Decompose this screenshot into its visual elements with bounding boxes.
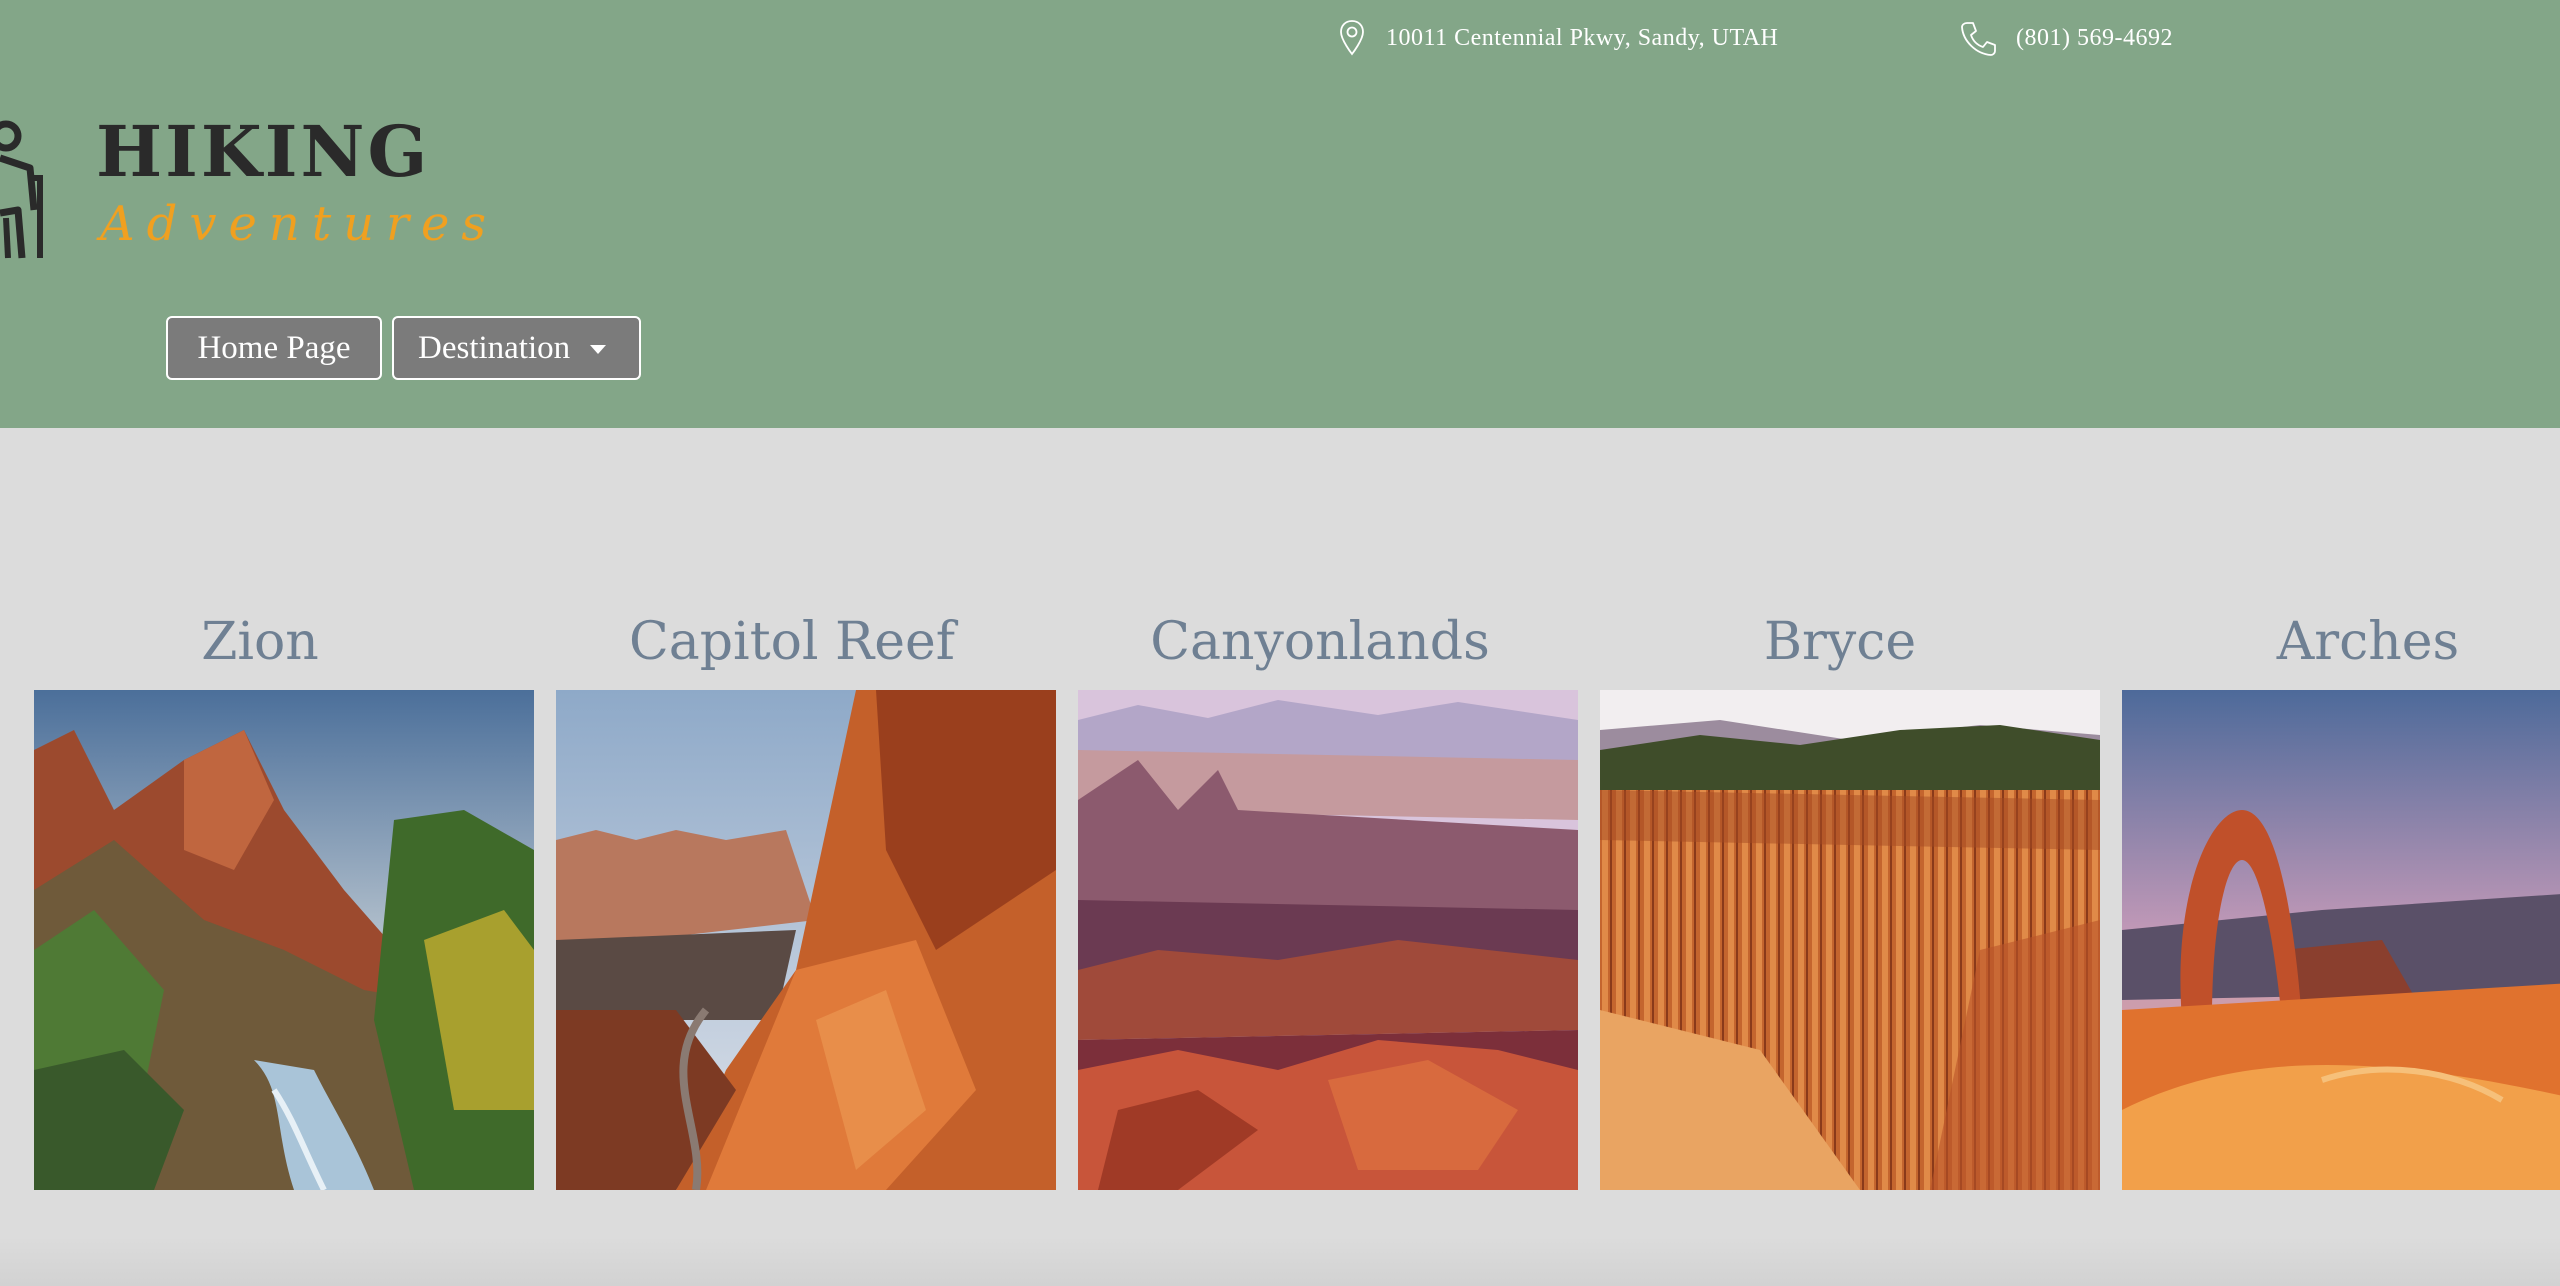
contact-address: 10011 Centennial Pkwy, Sandy, UTAH <box>1338 18 1778 58</box>
destination-title: Canyonlands <box>1150 612 1490 672</box>
logo-title: HIKING <box>96 110 431 193</box>
site-logo[interactable]: HIKING Adventures <box>0 110 486 262</box>
destination-photo-bryce[interactable] <box>1600 690 2100 1190</box>
destination-gallery: Zion Capitol Reef Canyonlands Bryce Arch… <box>0 600 2560 1200</box>
destination-photo-arches[interactable] <box>2122 690 2560 1190</box>
home-page-label: Home Page <box>197 329 351 366</box>
phone-icon <box>1958 18 1998 58</box>
destination-label: Destination <box>418 329 571 366</box>
caret-down-icon <box>590 344 607 354</box>
destination-title: Zion <box>201 612 319 672</box>
destination-title: Capitol Reef <box>628 612 955 672</box>
hiker-logo-icon <box>0 118 60 272</box>
logo-subtitle: Adventures <box>100 196 499 252</box>
home-page-button[interactable]: Home Page <box>166 316 382 380</box>
destination-dropdown-button[interactable]: Destination <box>392 316 641 380</box>
destination-card-bryce[interactable]: Bryce <box>1600 600 2100 1190</box>
page-bottom <box>0 1236 2560 1286</box>
destination-card-canyonlands[interactable]: Canyonlands <box>1078 600 1578 1190</box>
phone-text: (801) 569-4692 <box>2016 24 2173 51</box>
address-text: 10011 Centennial Pkwy, Sandy, UTAH <box>1386 24 1779 51</box>
destination-photo-canyonlands[interactable] <box>1078 690 1578 1190</box>
destination-photo-capitol-reef[interactable] <box>556 690 1056 1190</box>
destination-title: Bryce <box>1763 612 1917 672</box>
site-header: 10011 Centennial Pkwy, Sandy, UTAH (801)… <box>0 0 2560 428</box>
main-nav: Home Page Destination <box>166 316 641 380</box>
destination-card-zion[interactable]: Zion <box>34 600 534 1190</box>
destination-title: Arches <box>2276 612 2460 672</box>
map-pin-icon <box>1338 18 1366 58</box>
contact-phone: (801) 569-4692 <box>1958 18 2173 58</box>
destination-card-arches[interactable]: Arches <box>2122 600 2560 1190</box>
destination-photo-zion[interactable] <box>34 690 534 1190</box>
destination-card-capitol-reef[interactable]: Capitol Reef <box>556 600 1056 1190</box>
